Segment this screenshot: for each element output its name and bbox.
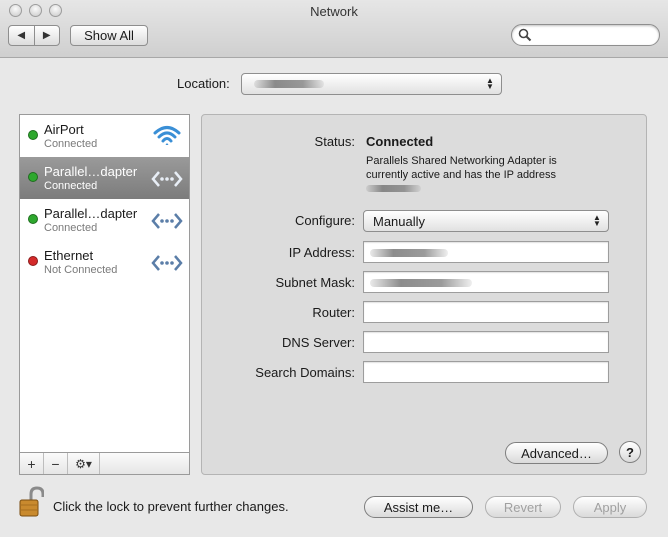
- advanced-button[interactable]: Advanced…: [505, 442, 608, 464]
- popup-stepper-icon: ▲ ▼: [593, 213, 601, 228]
- ip-redacted: [366, 185, 421, 192]
- location-label: Location:: [177, 76, 230, 91]
- service-list-toolbar: + − ⚙▾: [20, 452, 189, 474]
- ip-address-label: IP Address:: [288, 245, 355, 260]
- service-list: AirPort Connected Parallel…dapter Connec…: [19, 114, 190, 475]
- configure-value: Manually: [373, 214, 426, 229]
- ethernet-icon: [151, 171, 183, 187]
- service-item-ethernet[interactable]: Ethernet Not Connected: [20, 241, 189, 283]
- show-all-button[interactable]: Show All: [70, 25, 148, 46]
- network-preferences-window: Network ◀ ▶ Show All Location: ▲ ▼ AirPor…: [0, 0, 668, 537]
- window-title: Network: [310, 4, 358, 19]
- ip-address-redacted: [370, 249, 448, 257]
- assist-me-button[interactable]: Assist me…: [364, 496, 473, 518]
- ethernet-icon: [151, 255, 183, 271]
- service-status: Connected: [44, 180, 98, 192]
- apply-button[interactable]: Apply: [573, 496, 647, 518]
- status-description-text: Parallels Shared Networking Adapter is c…: [366, 155, 557, 181]
- status-dot-connected: [28, 172, 38, 182]
- subnet-mask-redacted: [370, 279, 472, 287]
- status-dot-connected: [28, 214, 38, 224]
- service-name: AirPort: [44, 122, 84, 137]
- status-dot-connected: [28, 130, 38, 140]
- back-arrow-icon: ◀: [17, 30, 26, 41]
- wifi-icon: [153, 126, 181, 145]
- service-status: Connected: [44, 222, 98, 234]
- search-domains-field[interactable]: [363, 361, 609, 383]
- forward-arrow-icon: ▶: [42, 30, 51, 41]
- service-item-parallels-adapter-1[interactable]: Parallel…dapter Connected: [20, 157, 189, 199]
- revert-button[interactable]: Revert: [485, 496, 561, 518]
- status-description: Parallels Shared Networking Adapter is c…: [366, 154, 596, 192]
- dns-server-field[interactable]: [363, 331, 609, 353]
- configure-popup[interactable]: Manually ▲ ▼: [363, 210, 609, 232]
- help-button[interactable]: ?: [619, 441, 641, 463]
- service-name: Parallel…dapter: [44, 164, 138, 179]
- dns-server-label: DNS Server:: [282, 335, 355, 350]
- search-input[interactable]: [534, 27, 654, 43]
- ip-address-field[interactable]: [363, 241, 609, 263]
- gear-action-menu-button[interactable]: ⚙▾: [68, 453, 100, 474]
- router-field[interactable]: [363, 301, 609, 323]
- lock-open-icon[interactable]: [18, 486, 44, 518]
- service-status: Connected: [44, 138, 98, 150]
- service-item-airport[interactable]: AirPort Connected: [20, 115, 189, 157]
- back-button[interactable]: ◀: [9, 26, 34, 45]
- search-field[interactable]: [511, 24, 660, 46]
- ethernet-icon: [151, 213, 183, 229]
- subnet-mask-label: Subnet Mask:: [275, 275, 356, 290]
- add-service-button[interactable]: +: [20, 453, 44, 474]
- subnet-mask-field[interactable]: [363, 271, 609, 293]
- back-forward-control: ◀ ▶: [8, 25, 60, 46]
- service-item-parallels-adapter-2[interactable]: Parallel…dapter Connected: [20, 199, 189, 241]
- service-detail-panel: Status: Connected Parallels Shared Netwo…: [201, 114, 647, 475]
- remove-service-button[interactable]: −: [44, 453, 68, 474]
- lock-message: Click the lock to prevent further change…: [53, 499, 289, 514]
- location-value-redacted: [254, 80, 324, 88]
- router-label: Router:: [312, 305, 355, 320]
- service-name: Parallel…dapter: [44, 206, 138, 221]
- service-name: Ethernet: [44, 248, 94, 263]
- location-popup[interactable]: ▲ ▼: [241, 73, 502, 95]
- title-toolbar: Network ◀ ▶ Show All: [0, 0, 668, 58]
- status-dot-not-connected: [28, 256, 38, 266]
- status-label: Status:: [314, 134, 355, 149]
- popup-stepper-icon: ▲ ▼: [486, 76, 494, 91]
- status-value: Connected: [366, 134, 434, 149]
- search-domains-label: Search Domains:: [255, 365, 355, 380]
- forward-button[interactable]: ▶: [33, 26, 60, 45]
- search-icon: [518, 28, 532, 42]
- configure-label: Configure:: [295, 213, 355, 228]
- service-status: Not Connected: [44, 264, 118, 276]
